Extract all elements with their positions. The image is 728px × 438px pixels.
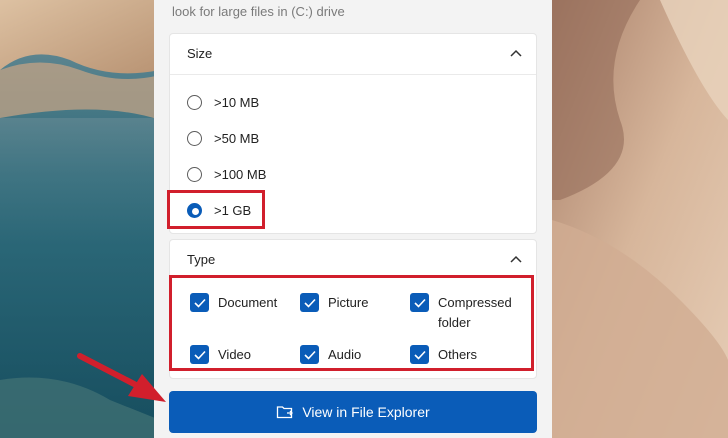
size-title: Size: [187, 46, 213, 61]
red-arrow-annotation: [77, 353, 166, 402]
radio-button[interactable]: [187, 166, 202, 182]
size-option-10mb[interactable]: >10 MB: [187, 88, 259, 116]
size-option-label: >100 MB: [214, 166, 267, 182]
folder-open-icon: [277, 406, 294, 419]
type-header[interactable]: Type: [170, 240, 536, 280]
view-in-file-explorer-button[interactable]: View in File Explorer: [169, 391, 537, 433]
highlight-box-type: [169, 275, 534, 371]
size-option-label: >50 MB: [214, 130, 260, 146]
size-header[interactable]: Size: [170, 34, 536, 75]
highlight-box-size: [167, 190, 265, 229]
radio-button[interactable]: [187, 130, 202, 146]
chevron-up-icon[interactable]: [508, 46, 524, 62]
size-option-50mb[interactable]: >50 MB: [187, 124, 259, 152]
view-button-label: View in File Explorer: [302, 404, 430, 420]
size-option-100mb[interactable]: >100 MB: [187, 160, 266, 188]
chevron-up-icon[interactable]: [508, 252, 524, 268]
type-title: Type: [187, 252, 216, 267]
radio-button[interactable]: [187, 94, 202, 110]
size-option-label: >10 MB: [214, 94, 260, 110]
intro-text: look for large files in (C:) drive: [172, 4, 345, 19]
